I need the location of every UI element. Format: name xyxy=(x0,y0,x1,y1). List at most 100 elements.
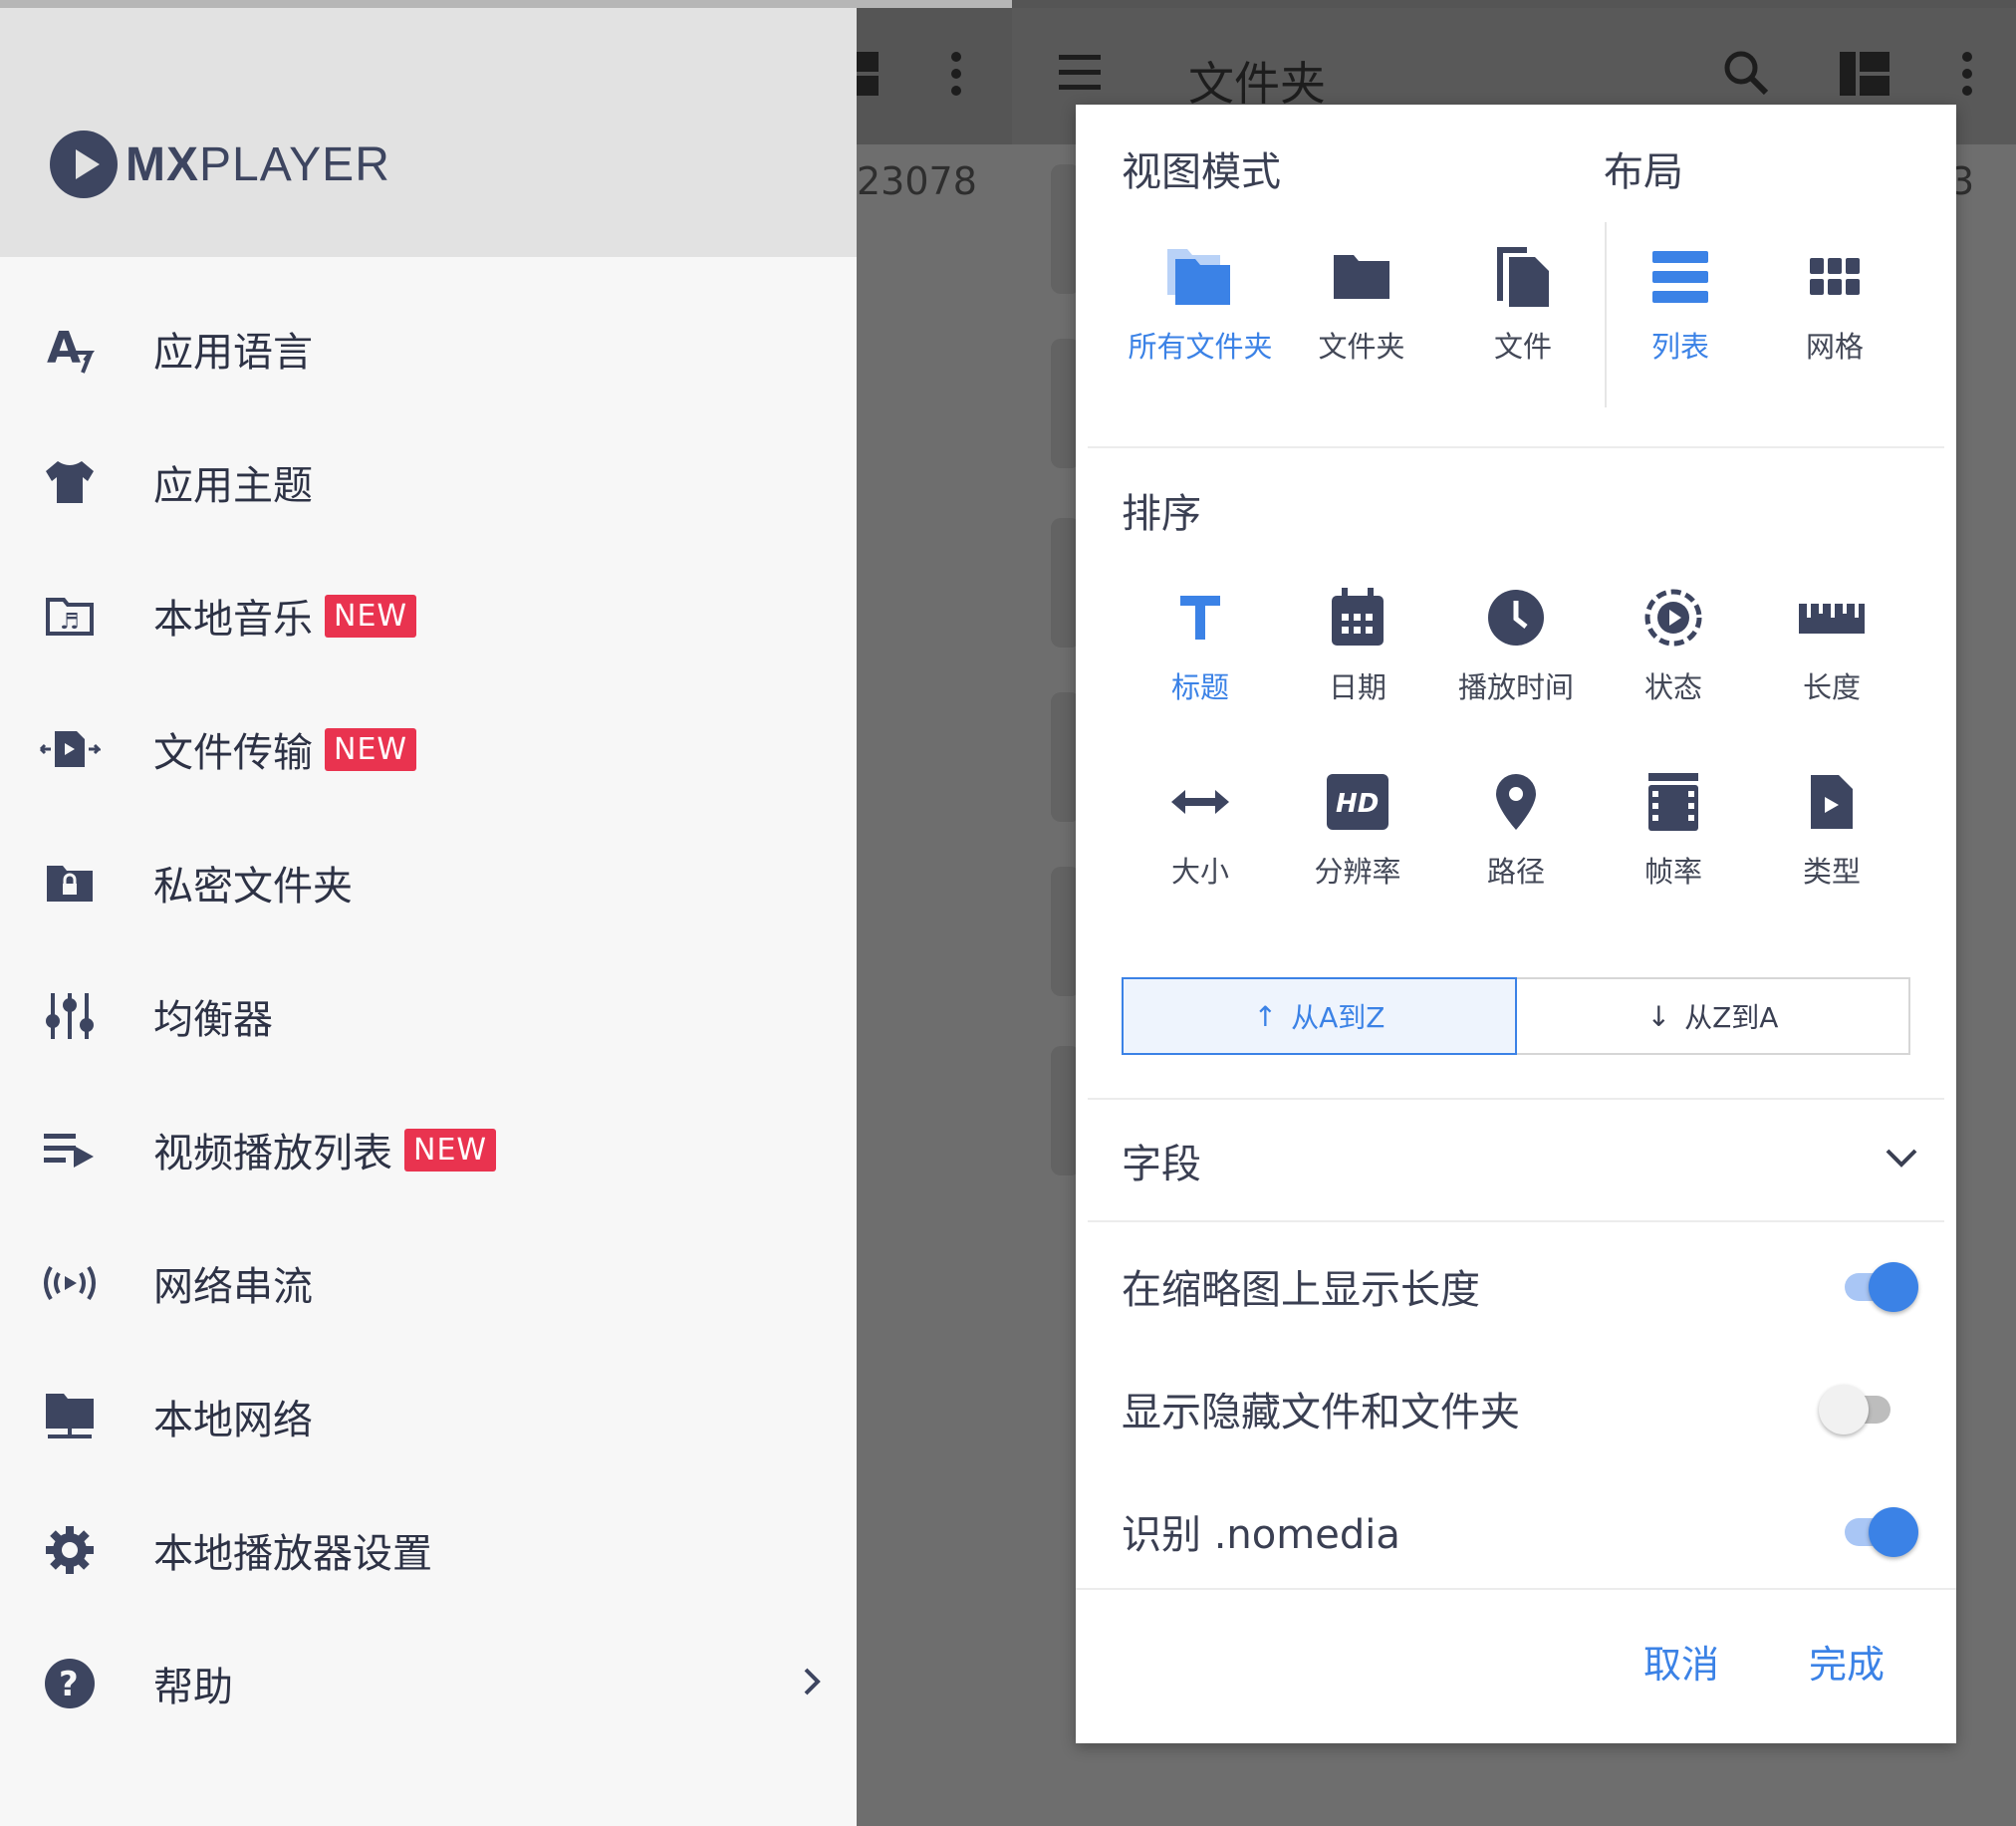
sort-label: 类型 xyxy=(1802,855,1861,889)
toggle-row-show-length: 在缩略图上显示长度 xyxy=(1122,1243,1918,1329)
drawer-item-theme[interactable]: 应用主题 xyxy=(0,415,857,549)
drawer-item-language[interactable]: A 应用语言 xyxy=(0,282,857,415)
sort-label: 帧率 xyxy=(1643,855,1702,889)
done-button[interactable]: 完成 xyxy=(1809,1634,1885,1689)
sort-order-toggle: ↑ 从A到Z ↓ 从Z到A xyxy=(1122,977,1910,1055)
toggle-label: 显示隐藏文件和文件夹 xyxy=(1122,1390,1520,1435)
show-hidden-switch[interactable] xyxy=(1819,1384,1898,1435)
drawer-item-label: 均衡器 xyxy=(153,997,273,1043)
clock-icon xyxy=(1441,573,1591,662)
drawer-item-private-folder[interactable]: 私密文件夹 xyxy=(0,816,857,949)
sort-asc-button[interactable]: ↑ 从A到Z xyxy=(1122,977,1517,1055)
stream-icon xyxy=(38,1251,102,1315)
status-play-icon xyxy=(1599,573,1748,662)
all-folders-icon xyxy=(1126,232,1275,322)
drawer-item-label: 网络串流 xyxy=(153,1264,313,1310)
title-t-icon xyxy=(1126,573,1275,662)
view-mode-title: 视图模式 xyxy=(1122,149,1281,195)
svg-text:A: A xyxy=(47,323,81,374)
fields-expander[interactable]: 字段 xyxy=(1122,1121,1918,1200)
background-more-icon-left xyxy=(950,52,962,100)
view-settings-dialog: 视图模式 布局 所有文件夹 文件夹 文件 列表 网格 排序 标题 日期 播放时间… xyxy=(1076,105,1956,1743)
sort-by-resolution[interactable]: HD 分辨率 xyxy=(1283,757,1432,891)
drawer-item-local-music[interactable]: ♬ 本地音乐 NEW xyxy=(0,549,857,682)
background-grid-icon xyxy=(1840,52,1890,100)
file-transfer-icon xyxy=(38,717,102,781)
sort-by-title[interactable]: 标题 xyxy=(1126,573,1275,706)
drawer-item-file-transfer[interactable]: 文件传输 NEW xyxy=(0,682,857,816)
nomedia-switch[interactable] xyxy=(1839,1506,1918,1557)
help-icon: ? xyxy=(38,1652,102,1715)
drawer-item-equalizer[interactable]: 均衡器 xyxy=(0,949,857,1083)
sort-asc-label: 从A到Z xyxy=(1291,1001,1386,1034)
new-badge: NEW xyxy=(325,594,417,638)
sort-label: 分辨率 xyxy=(1314,855,1401,889)
drawer-item-label: 应用语言 xyxy=(153,330,313,376)
new-badge: NEW xyxy=(325,727,417,771)
equalizer-icon xyxy=(38,984,102,1048)
drawer-item-label: 视频播放列表 xyxy=(153,1131,392,1176)
svg-text:?: ? xyxy=(59,1665,79,1704)
sort-by-frame-rate[interactable]: 帧率 xyxy=(1599,757,1748,891)
arrow-down-icon: ↓ xyxy=(1646,999,1671,1033)
toggle-row-show-hidden: 显示隐藏文件和文件夹 xyxy=(1122,1366,1918,1451)
drawer-item-label: 帮助 xyxy=(153,1665,233,1710)
sort-by-status[interactable]: 状态 xyxy=(1599,573,1748,706)
sort-label: 播放时间 xyxy=(1457,670,1574,704)
drawer-item-label: 本地网络 xyxy=(153,1398,313,1443)
show-length-switch[interactable] xyxy=(1839,1261,1918,1312)
fields-title: 字段 xyxy=(1122,1142,1201,1187)
navigation-drawer: MXPLAYER A 应用语言 应用主题 ♬ 本地音乐 NEW 文件传输 NEW 私… xyxy=(0,0,857,1826)
dialog-actions: 取消 完成 xyxy=(1643,1634,1885,1689)
sort-by-type[interactable]: 类型 xyxy=(1757,757,1906,891)
new-badge: NEW xyxy=(404,1128,497,1172)
sort-label: 日期 xyxy=(1328,670,1386,704)
drawer-item-local-network[interactable]: 本地网络 xyxy=(0,1350,857,1483)
sort-desc-button[interactable]: ↓ 从Z到A xyxy=(1517,977,1910,1055)
lock-folder-icon xyxy=(38,851,102,914)
drawer-item-label: 本地音乐 xyxy=(153,597,313,643)
sort-by-length[interactable]: 长度 xyxy=(1757,573,1906,706)
language-icon: A xyxy=(38,317,102,381)
sort-by-size[interactable]: 大小 xyxy=(1126,757,1275,891)
drawer-item-video-playlist[interactable]: 视频播放列表 NEW xyxy=(0,1083,857,1216)
view-mode-folders[interactable]: 文件夹 xyxy=(1287,232,1436,366)
drawer-item-label: 应用主题 xyxy=(153,463,313,509)
drawer-item-label: 本地播放器设置 xyxy=(153,1531,432,1577)
layout-grid[interactable]: 网格 xyxy=(1760,232,1909,366)
cancel-button[interactable]: 取消 xyxy=(1643,1634,1719,1689)
drawer-item-network-stream[interactable]: 网络串流 xyxy=(0,1216,857,1350)
sort-label: 路径 xyxy=(1486,855,1545,889)
toggle-row-nomedia: 识别 .nomedia xyxy=(1122,1488,1918,1574)
divider xyxy=(1076,1588,1956,1590)
svg-text:♬: ♬ xyxy=(60,610,80,635)
view-mode-files[interactable]: 文件 xyxy=(1448,232,1598,366)
drawer-item-help[interactable]: ? 帮助 xyxy=(0,1617,857,1750)
sort-title: 排序 xyxy=(1122,491,1201,537)
view-mode-label: 文件夹 xyxy=(1318,330,1405,364)
drawer-item-player-settings[interactable]: 本地播放器设置 xyxy=(0,1483,857,1617)
view-mode-all-folders[interactable]: 所有文件夹 xyxy=(1126,232,1275,366)
gear-icon xyxy=(38,1518,102,1582)
background-layout-icon xyxy=(857,52,879,100)
music-folder-icon: ♬ xyxy=(38,584,102,648)
play-logo-icon xyxy=(50,130,118,198)
film-icon xyxy=(1599,757,1748,847)
arrow-up-icon: ↑ xyxy=(1253,999,1278,1033)
grid-icon xyxy=(1760,232,1909,322)
folder-icon xyxy=(1287,232,1436,322)
hd-icon: HD xyxy=(1283,757,1432,847)
ruler-icon xyxy=(1757,573,1906,662)
layout-title: 布局 xyxy=(1604,149,1683,195)
sort-by-path[interactable]: 路径 xyxy=(1441,757,1591,891)
background-search-icon xyxy=(1723,50,1769,100)
sort-by-play-time[interactable]: 播放时间 xyxy=(1441,573,1591,706)
top-progress-strip xyxy=(0,0,1012,8)
divider xyxy=(1088,1098,1944,1100)
location-pin-icon xyxy=(1441,757,1591,847)
layout-list[interactable]: 列表 xyxy=(1606,232,1755,366)
sort-label: 状态 xyxy=(1643,670,1702,704)
chevron-right-icon xyxy=(802,1666,822,1701)
video-file-icon xyxy=(1757,757,1906,847)
sort-by-date[interactable]: 日期 xyxy=(1283,573,1432,706)
